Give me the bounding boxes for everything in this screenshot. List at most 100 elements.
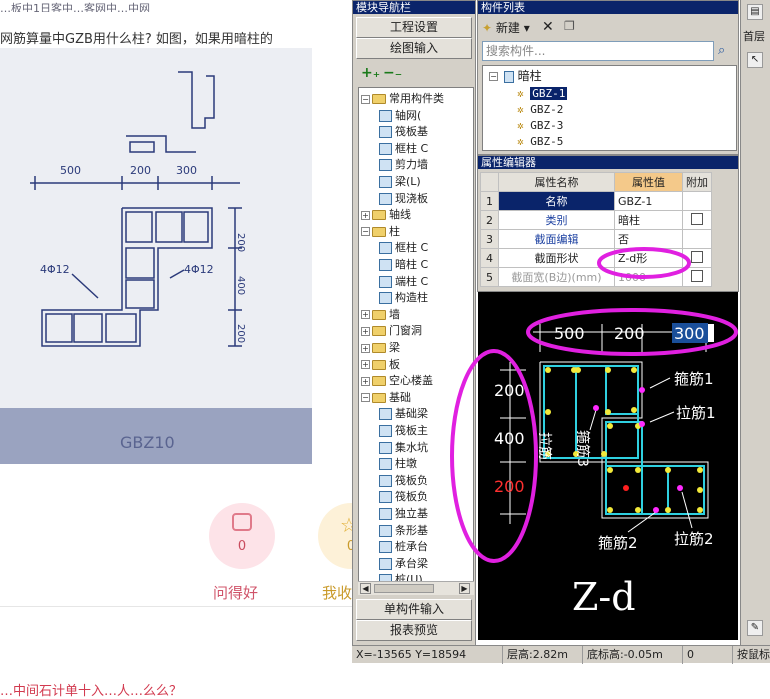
toolbar-icon[interactable]: ▤ [747,4,763,20]
tree-item[interactable]: 独立基 [379,505,428,522]
property-extra[interactable] [682,210,712,230]
tree-item[interactable]: − 基础 [361,389,411,406]
component-icon [379,292,392,305]
row-number: 5 [480,267,499,287]
tree-item[interactable]: − 常用构件类 [361,90,444,107]
property-extra[interactable] [682,229,712,249]
dim-top-300[interactable]: 300 [674,324,705,343]
scroll-left-icon[interactable]: ◀ [360,583,371,594]
new-component-button[interactable]: ✦ 新建 ▾ [482,19,530,37]
floor-tab[interactable]: 首层 [743,28,765,44]
property-row[interactable]: 5 截面宽(B边)(mm) 1000 [480,267,712,287]
property-value[interactable]: 否 [614,229,683,249]
tree-item[interactable]: 暗柱 C [379,256,428,273]
vote-good-label[interactable]: 问得好 [213,582,258,603]
report-preview-button[interactable]: 报表预览 [356,620,472,641]
question-photo[interactable]: 500 200 300 200 400 200 4Φ12 4Φ12 GBZ10 [0,48,312,464]
scroll-right-icon[interactable]: ▶ [459,583,470,594]
property-value[interactable]: 暗柱 [614,210,683,230]
expand-icon[interactable]: + [361,376,370,386]
property-extra[interactable] [682,191,712,211]
property-value[interactable]: GBZ-1 [614,191,683,211]
tree-item[interactable]: 承台梁 [379,555,428,572]
tree-item[interactable]: − 柱 [361,223,400,240]
tree-item[interactable]: + 墙 [361,306,400,323]
property-row[interactable]: 4 截面形状 Z-d形 [480,248,712,268]
edit-icon[interactable]: ✎ [747,620,763,636]
tree-item[interactable]: 现浇板 [379,190,428,207]
collapse-icon[interactable]: − [361,94,370,104]
tree-item[interactable]: 框柱 C [379,140,428,157]
copy-icon[interactable]: ❐ [564,19,575,33]
photo-rebar-left: 4Φ12 [40,263,70,276]
select-arrow-icon[interactable]: ↖ [747,52,763,68]
tree-root[interactable]: − 暗柱 [489,68,542,84]
tree-item[interactable]: 筏板负 [379,488,428,505]
component-item[interactable]: ✲ GBZ-5 [517,134,563,150]
tree-item[interactable]: + 轴线 [361,206,411,223]
tree-item[interactable]: 柱墩 [379,455,417,472]
property-value[interactable]: 1000 [614,267,683,287]
extra-checkbox[interactable] [691,212,703,225]
single-component-button[interactable]: 单构件输入 [356,599,472,620]
expand-icon[interactable]: + [361,210,370,220]
component-item[interactable]: ✲ GBZ-2 [517,102,563,118]
component-search-input[interactable]: 搜索构件... [482,41,714,61]
status-floor-height: 层高:2.82m [502,646,568,664]
collapse-all-icon[interactable]: −₋ [383,65,402,81]
tree-item[interactable]: + 板 [361,356,400,373]
tree-item[interactable]: 端柱 C [379,273,428,290]
section-drawing[interactable]: 500 200 300 200 400 200 箍筋1 拉筋1 箍筋3 拉筋 箍… [478,292,738,640]
draw-input-button[interactable]: 绘图输入 [356,38,472,59]
tree-item[interactable]: + 门窗洞 [361,322,422,339]
property-extra[interactable] [682,248,712,268]
tree-item[interactable]: 梁(L) [379,173,421,190]
tree-item[interactable]: 筏板负 [379,472,428,489]
scroll-thumb[interactable] [374,584,434,593]
tree-item[interactable]: 集水坑 [379,439,428,456]
project-settings-button[interactable]: 工程设置 [356,17,472,38]
expand-icon[interactable]: + [361,343,370,353]
photo-dim-top-2: 200 [130,164,151,177]
tree-item[interactable]: + 空心楼盖 [361,372,433,389]
tree-item[interactable]: 条形基 [379,522,428,539]
tree-item[interactable]: + 梁 [361,339,400,356]
search-icon[interactable]: ⌕ [718,43,725,58]
expand-all-icon[interactable]: +₊ [361,65,380,81]
tree-root-label: 暗柱 [517,69,542,83]
extra-checkbox[interactable] [691,269,703,282]
component-list[interactable]: − 暗柱 ✲ GBZ-1 ✲ GBZ-2 ✲ GBZ-3 ✲ GBZ-5 [482,65,737,151]
stirrup-3 [543,365,639,459]
expand-icon[interactable]: + [361,310,370,320]
tree-item[interactable]: 基础梁 [379,405,428,422]
tree-item[interactable]: 筏板主 [379,422,428,439]
component-icon [379,176,392,188]
related-link[interactable]: …中间石计单十入…人…么么？ [0,680,182,699]
vote-good-button[interactable]: 0 [209,503,275,569]
delete-icon[interactable]: ✕ [542,19,554,35]
tree-item[interactable]: 框柱 C [379,239,428,256]
header-num [480,172,499,192]
property-row[interactable]: 2 类别 暗柱 [480,210,712,230]
expand-icon[interactable]: + [361,326,370,336]
property-row[interactable]: 1 名称 GBZ-1 [480,191,712,211]
collapse-icon[interactable]: − [361,227,370,237]
tree-item[interactable]: 桩承台 [379,538,428,555]
property-extra[interactable] [682,267,712,287]
tree-item[interactable]: 筏板基 [379,123,428,140]
component-item[interactable]: ✲ GBZ-3 [517,118,563,134]
tree-item[interactable]: 剪力墙 [379,156,428,173]
tree-item[interactable]: 构造柱 [379,289,428,306]
tree-hscrollbar[interactable]: ◀ ▶ [358,581,474,595]
expand-icon[interactable]: + [361,360,370,370]
component-tree[interactable]: − 常用构件类 轴网(筏板基 框柱 C 剪力墙 梁(L) 现浇板 + 轴线 − 柱框柱 C 暗柱 C端… [358,87,474,595]
component-item[interactable]: ✲ GBZ-1 [517,86,568,102]
extra-checkbox[interactable] [691,250,703,263]
property-name: 截面形状 [498,248,615,268]
question-title[interactable]: 网筋算量中GZB用什么柱? 如图，如果用暗柱的 [0,28,273,47]
collapse-icon[interactable]: − [361,393,370,403]
collect-label[interactable]: 我收 [322,582,352,603]
tree-item[interactable]: 轴网( [379,107,421,124]
property-value[interactable]: Z-d形 [614,248,683,268]
property-row[interactable]: 3 截面编辑否 [480,229,712,249]
